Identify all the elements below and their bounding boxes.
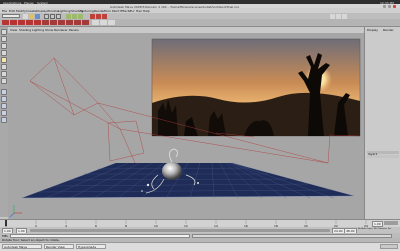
render-settings-icon[interactable] <box>102 13 107 19</box>
snap-curve-icon[interactable] <box>72 13 77 19</box>
shelf-volume-light-icon[interactable] <box>82 20 89 25</box>
shelf-render-view-icon[interactable] <box>34 20 41 25</box>
character-set-dropdown[interactable]: No Character Set <box>374 228 391 230</box>
rotate-tool-icon[interactable] <box>1 57 7 63</box>
range-bar[interactable] <box>30 228 330 232</box>
command-result-field <box>192 233 392 238</box>
ipr-render-icon[interactable] <box>96 13 101 19</box>
scale-tool-icon[interactable] <box>1 64 7 70</box>
workspace-switcher[interactable] <box>380 244 398 249</box>
shelf-batch-render-icon[interactable] <box>18 20 25 25</box>
shelf-point-light-icon[interactable] <box>58 20 65 25</box>
shelf-ipr-icon[interactable] <box>10 20 17 25</box>
shelf-spot-light-icon[interactable] <box>66 20 73 25</box>
four-view-layout-icon[interactable] <box>1 96 7 102</box>
panel-menu-shading[interactable]: Shading <box>19 28 31 32</box>
select-hierarchy-icon[interactable] <box>44 13 49 19</box>
save-scene-icon[interactable] <box>35 13 40 19</box>
last-tool-icon[interactable] <box>1 78 7 84</box>
shelf-hypershade-icon[interactable] <box>26 20 33 25</box>
command-input[interactable] <box>10 233 190 238</box>
shelf-directional-light-icon[interactable] <box>50 20 57 25</box>
panel-menu-show[interactable]: Show <box>45 28 53 32</box>
shelf-phong-icon[interactable] <box>108 20 115 25</box>
manipulator-tool-icon[interactable] <box>1 71 7 77</box>
tool-settings-icon[interactable] <box>336 13 341 19</box>
perspective-viewport[interactable] <box>8 33 364 219</box>
anim-layer-dropdown[interactable]: No Anim Layer <box>358 228 373 230</box>
single-perspective-layout-icon[interactable] <box>1 89 7 95</box>
attribute-editor-icon[interactable] <box>330 13 335 19</box>
ground-grid[interactable] <box>21 162 355 199</box>
shelf <box>0 19 400 27</box>
display-layer-tab[interactable]: Display <box>367 28 378 32</box>
taskbar-item-render-view[interactable]: Render View <box>44 244 74 249</box>
paint-select-tool-icon[interactable] <box>1 43 7 49</box>
shelf-area-light-icon[interactable] <box>74 20 81 25</box>
panel-menu-view[interactable]: View <box>10 28 17 32</box>
image-plane[interactable] <box>151 38 361 137</box>
shelf-lambert-icon[interactable] <box>92 20 99 25</box>
perspective-axis <box>9 205 22 218</box>
panel-menu-renderer[interactable]: Renderer <box>54 28 68 32</box>
render-layer-tab[interactable]: Render <box>383 28 394 32</box>
snap-point-icon[interactable] <box>78 13 83 19</box>
select-object-icon[interactable] <box>50 13 55 19</box>
playback-controls[interactable] <box>384 221 398 225</box>
shelf-ambient-light-icon[interactable] <box>42 20 49 25</box>
taskbar-item-maya[interactable]: Autodesk Maya <box>2 244 42 249</box>
persp-outliner-layout-icon[interactable] <box>1 103 7 109</box>
menu-set-dropdown[interactable] <box>2 14 20 18</box>
open-scene-icon[interactable] <box>29 13 34 19</box>
panel-menu-lighting[interactable]: Lighting <box>32 28 44 32</box>
select-component-icon[interactable] <box>56 13 61 19</box>
shelf-blinn-icon[interactable] <box>100 20 107 25</box>
persp-graph-layout-icon[interactable] <box>1 110 7 116</box>
lasso-tool-icon[interactable] <box>1 36 7 42</box>
hypershade-layout-icon[interactable] <box>1 117 7 123</box>
toolbox <box>0 27 8 217</box>
taskbar-item-hypershade[interactable]: Hypershade <box>76 244 106 249</box>
render-frame-icon[interactable] <box>90 13 95 19</box>
layer-label: layer1 <box>368 151 378 156</box>
select-tool-icon[interactable] <box>1 29 7 35</box>
channel-box-icon[interactable] <box>342 13 347 19</box>
new-scene-icon[interactable] <box>23 13 28 19</box>
snap-grid-icon[interactable] <box>66 13 71 19</box>
panel-menu-panels[interactable]: Panels <box>69 28 79 32</box>
move-tool-icon[interactable] <box>1 50 7 56</box>
shelf-render-icon[interactable] <box>2 20 9 25</box>
channel-box: Display Render layer1 <box>364 27 400 219</box>
